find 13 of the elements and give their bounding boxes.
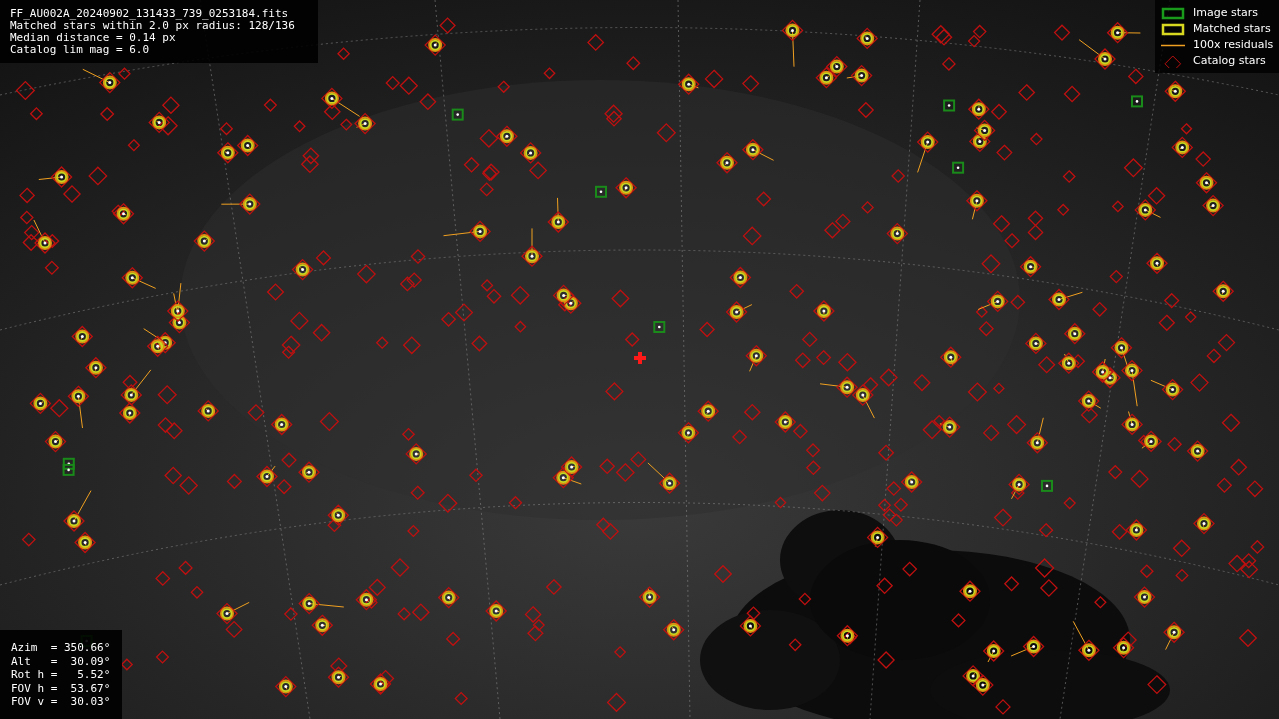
legend-label: Matched stars bbox=[1193, 21, 1271, 38]
pointing-text: Rot h = 5.52° bbox=[11, 668, 111, 682]
pointing-text: FOV v = 30.03° bbox=[11, 695, 111, 709]
pointing-text: FOV h = 53.67° bbox=[11, 681, 111, 695]
info-text: Median distance = 0.14 px bbox=[10, 32, 177, 44]
pointing-text: Azim = 350.66° bbox=[11, 641, 111, 655]
pointing-text: Alt = 30.09° bbox=[11, 654, 111, 668]
legend-label: 100x residuals bbox=[1193, 37, 1274, 54]
legend-label: Catalog stars bbox=[1193, 53, 1266, 70]
info-text: Catalog lim mag = 6.0 bbox=[10, 44, 151, 56]
legend-label: Image stars bbox=[1193, 5, 1258, 22]
info-text: FF_AU002A_20240902_131433_739_0253184.fits bbox=[10, 8, 290, 20]
info-text: Matched stars within 2.0 px radius: 128/136 bbox=[10, 20, 296, 32]
